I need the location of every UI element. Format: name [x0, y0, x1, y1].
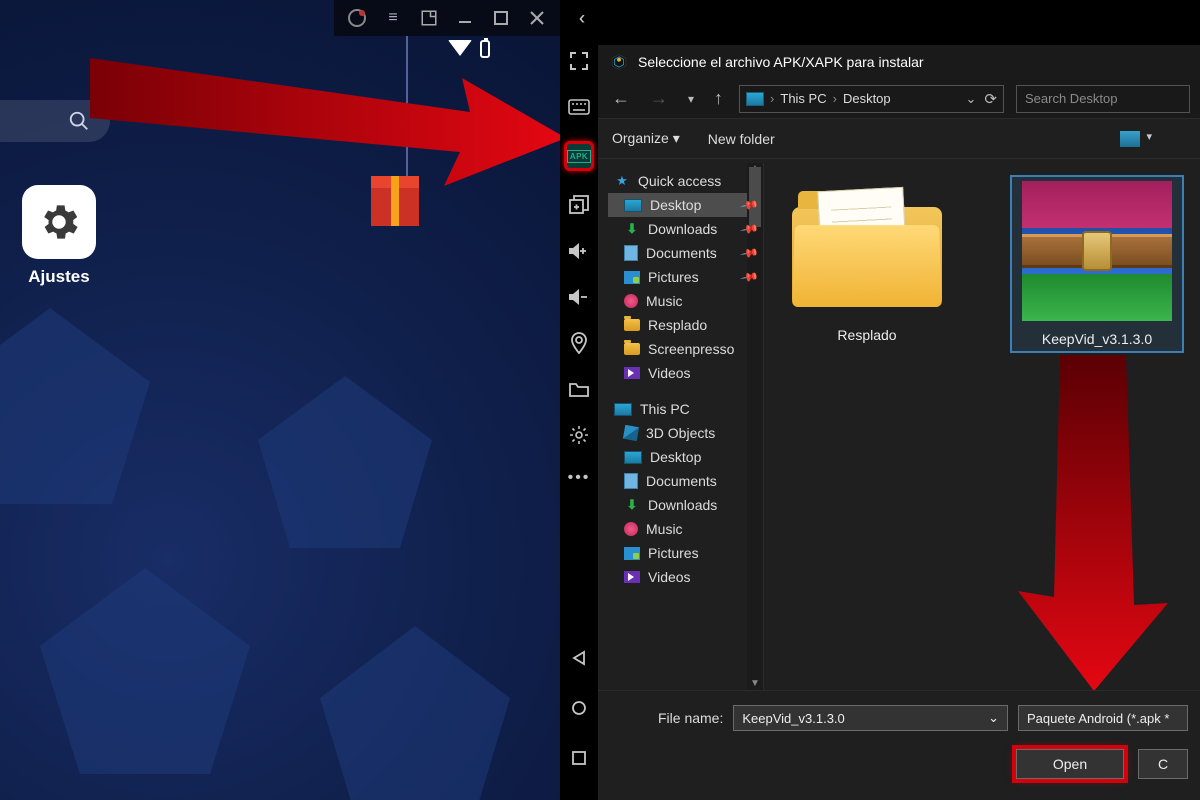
tree-item-pictures2[interactable]: Pictures: [608, 541, 763, 565]
keyboard-icon[interactable]: [567, 95, 591, 119]
app-label: Ajustes: [22, 267, 96, 287]
dialog-titlebar: Seleccione el archivo APK/XAPK para inst…: [598, 45, 1200, 79]
location-icon[interactable]: [567, 331, 591, 355]
scroll-down-icon[interactable]: ▼: [749, 678, 761, 690]
bg-shape: [310, 620, 520, 800]
search-input[interactable]: Search Desktop: [1016, 85, 1190, 113]
nav-up-icon[interactable]: ↑: [710, 88, 727, 109]
file-type-combo[interactable]: Paquete Android (*.apk *: [1018, 705, 1188, 731]
tree-item-resplado[interactable]: Resplado: [608, 313, 763, 337]
tree-item-documents[interactable]: Documents📌: [608, 241, 763, 265]
home-nav-icon[interactable]: [567, 696, 591, 720]
tree-item-desktop[interactable]: Desktop📌: [608, 193, 763, 217]
battery-icon: [480, 40, 490, 58]
picker-toolbar: Organize ▾ New folder: [598, 119, 1200, 159]
breadcrumb[interactable]: › This PC › Desktop ⌄⟳: [739, 85, 1004, 113]
tree-item-music2[interactable]: Music: [608, 517, 763, 541]
file-item-archive[interactable]: KeepVid_v3.1.3.0: [1012, 177, 1182, 351]
volume-down-icon[interactable]: [567, 285, 591, 309]
file-name-label: File name:: [658, 710, 723, 726]
cancel-button[interactable]: C: [1138, 749, 1188, 779]
tree-item-videos[interactable]: Videos: [608, 361, 763, 385]
fullscreen-icon[interactable]: [567, 49, 591, 73]
bg-shape: [0, 300, 160, 520]
dialog-bottom-bar: File name: KeepVid_v3.1.3.0⌄ Paquete And…: [598, 690, 1200, 800]
tree-quickaccess[interactable]: ★Quick access: [608, 169, 763, 193]
refresh-icon[interactable]: ⟳: [984, 90, 997, 108]
address-bar: ← → ▾ ↑ › This PC › Desktop ⌄⟳ Search De…: [598, 79, 1200, 119]
shared-folder-icon[interactable]: [567, 377, 591, 401]
pc-icon: [746, 92, 764, 106]
settings-icon[interactable]: [567, 423, 591, 447]
nav-back-icon[interactable]: ←: [608, 88, 634, 109]
new-folder-button[interactable]: New folder: [708, 131, 775, 147]
file-label: KeepVid_v3.1.3.0: [1016, 331, 1178, 347]
file-item-folder[interactable]: Resplado: [782, 177, 952, 343]
chevron-down-icon[interactable]: ⌄: [966, 91, 977, 107]
nav-tree: ▲ ▼ ★Quick access Desktop📌 ⬇Downloads📌 D…: [598, 163, 764, 690]
chevron-down-icon: ⌄: [988, 710, 999, 726]
breadcrumb-seg[interactable]: This PC: [780, 91, 826, 106]
tree-item-videos2[interactable]: Videos: [608, 565, 763, 589]
gear-icon: [36, 199, 82, 245]
gift-promo[interactable]: [394, 36, 419, 226]
dialog-title: Seleccione el archivo APK/XAPK para inst…: [638, 54, 924, 70]
tree-item-desktop2[interactable]: Desktop: [608, 445, 763, 469]
search-button[interactable]: [0, 100, 110, 142]
multi-instance-icon[interactable]: [567, 193, 591, 217]
emulator-desktop: ≡: [0, 0, 560, 800]
bg-shape: [250, 370, 440, 560]
open-button[interactable]: Open: [1016, 749, 1124, 779]
more-icon[interactable]: •••: [568, 469, 591, 487]
minimize-icon[interactable]: [456, 9, 474, 27]
tree-scrollbar[interactable]: ▲ ▼: [747, 163, 763, 690]
nav-forward-icon: →: [646, 88, 672, 109]
tree-item-downloads2[interactable]: ⬇Downloads: [608, 493, 763, 517]
tree-thispc[interactable]: This PC: [608, 397, 763, 421]
recents-nav-icon[interactable]: [567, 746, 591, 770]
app-settings[interactable]: Ajustes: [22, 185, 96, 287]
android-statusbar: [448, 40, 490, 58]
avatar-icon[interactable]: [348, 9, 366, 27]
file-name-combo[interactable]: KeepVid_v3.1.3.0⌄: [733, 705, 1008, 731]
tree-item-screenpresso[interactable]: Screenpresso: [608, 337, 763, 361]
wifi-icon: [448, 40, 472, 56]
menu-icon[interactable]: ≡: [384, 9, 402, 27]
search-icon: [68, 110, 90, 132]
breadcrumb-seg[interactable]: Desktop: [843, 91, 891, 106]
screenshot-icon[interactable]: [420, 9, 438, 27]
emulator-side-toolbar: ‹‹‹ APK •••: [560, 0, 598, 800]
emulator-titlebar: ≡: [334, 0, 560, 36]
back-nav-icon[interactable]: [567, 646, 591, 670]
file-label: Resplado: [782, 327, 952, 343]
tree-item-3dobjects[interactable]: 3D Objects: [608, 421, 763, 445]
tree-item-music[interactable]: Music: [608, 289, 763, 313]
file-grid: Resplado KeepVid_v3.1.3.0: [764, 163, 1200, 690]
tree-item-pictures[interactable]: Pictures📌: [608, 265, 763, 289]
view-mode-icon[interactable]: [1120, 131, 1140, 147]
bg-shape: [30, 560, 260, 790]
apk-install-icon[interactable]: APK: [564, 141, 594, 171]
maximize-icon[interactable]: [492, 9, 510, 27]
volume-up-icon[interactable]: [567, 239, 591, 263]
tree-item-downloads[interactable]: ⬇Downloads📌: [608, 217, 763, 241]
file-picker-dialog: Seleccione el archivo APK/XAPK para inst…: [598, 44, 1200, 800]
nav-history-icon[interactable]: ▾: [684, 92, 698, 106]
organize-menu[interactable]: Organize ▾: [612, 130, 680, 147]
close-icon[interactable]: [528, 9, 546, 27]
tree-item-documents2[interactable]: Documents: [608, 469, 763, 493]
app-hex-icon: [610, 53, 628, 71]
